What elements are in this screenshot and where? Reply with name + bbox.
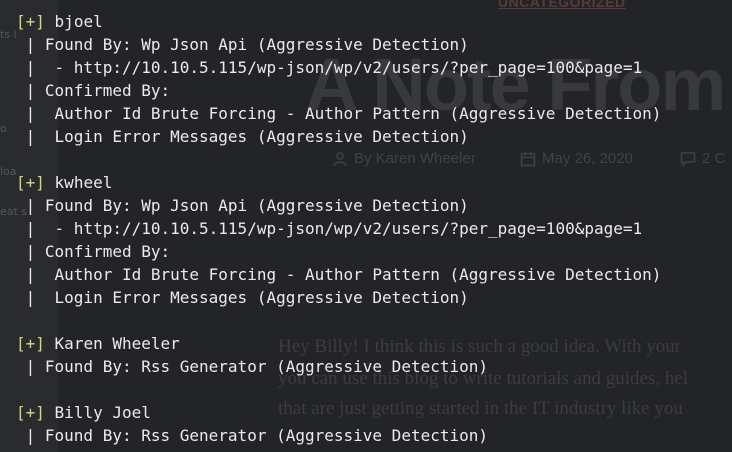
screenshot-viewport: ts l o loa eat s UNCATEGORIZED A Note Fr… xyxy=(0,0,732,452)
terminal-line: | - http://10.10.5.115/wp-json/wp/v2/use… xyxy=(16,219,643,238)
terminal-line: | Found By: Rss Generator (Aggressive De… xyxy=(16,357,489,376)
username: Karen Wheeler xyxy=(54,334,180,353)
terminal-line: | Confirmed By: xyxy=(16,81,171,100)
username: Billy Joel xyxy=(54,403,151,422)
terminal-line: | - http://10.10.5.115/wp-json/wp/v2/use… xyxy=(16,58,643,77)
found-marker: [+] xyxy=(16,12,45,31)
user-header: [+] kwheel xyxy=(16,171,112,194)
username: bjoel xyxy=(54,12,103,31)
terminal-line: | Login Error Messages (Aggressive Detec… xyxy=(16,288,469,307)
terminal-line: | Confirmed By: xyxy=(16,242,171,261)
found-marker: [+] xyxy=(16,403,45,422)
terminal-line: | Author Id Brute Forcing - Author Patte… xyxy=(16,104,662,123)
user-header: [+] Billy Joel xyxy=(16,401,151,424)
username: kwheel xyxy=(54,173,113,192)
terminal-line: | Author Id Brute Forcing - Author Patte… xyxy=(16,265,662,284)
user-header: [+] bjoel xyxy=(16,10,103,33)
terminal-line: | Login Error Messages (Aggressive Detec… xyxy=(16,127,469,146)
found-marker: [+] xyxy=(16,173,45,192)
terminal-output: [+] bjoel | Found By: Wp Json Api (Aggre… xyxy=(0,0,732,452)
found-marker: [+] xyxy=(16,334,45,353)
terminal-line: | Found By: Rss Generator (Aggressive De… xyxy=(16,426,489,445)
terminal-line: | Found By: Wp Json Api (Aggressive Dete… xyxy=(16,35,469,54)
terminal-line: | Found By: Wp Json Api (Aggressive Dete… xyxy=(16,196,469,215)
user-header: [+] Karen Wheeler xyxy=(16,332,180,355)
